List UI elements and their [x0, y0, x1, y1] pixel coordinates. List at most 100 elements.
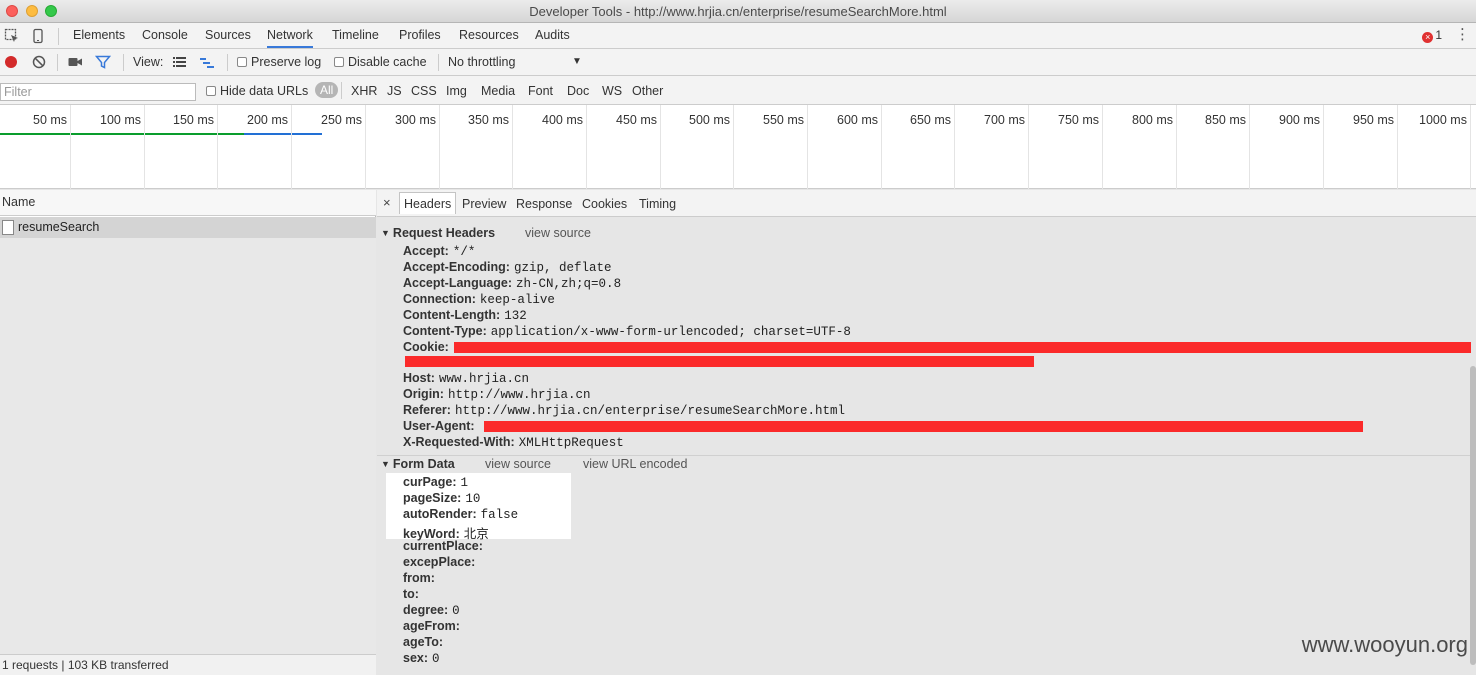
tab-response[interactable]: Response [516, 197, 572, 211]
view-label: View: [133, 55, 164, 69]
filter-type-doc[interactable]: Doc [567, 84, 589, 98]
form-field-key: ageFrom: [403, 619, 460, 633]
throttling-select[interactable]: No throttling [448, 55, 515, 69]
header-key: Accept: [403, 244, 449, 258]
timeline-tick-label: 850 ms [1205, 113, 1246, 127]
timeline-gridline [586, 105, 587, 189]
header-user-agent: User-Agent: [403, 419, 479, 434]
header-value: application/x-www-form-urlencoded; chars… [490, 325, 851, 339]
timeline-tick-label: 400 ms [542, 113, 583, 127]
timeline-tick-label: 750 ms [1058, 113, 1099, 127]
preserve-log-label: Preserve log [251, 55, 322, 69]
header-value: keep-alive [479, 293, 555, 307]
request-headers-title: Request Headers [392, 226, 496, 240]
timeline-gridline [217, 105, 218, 189]
capture-screenshots-icon[interactable] [67, 54, 83, 70]
form-data-view-url-encoded-link[interactable]: view URL encoded [583, 457, 687, 471]
filter-icon[interactable] [95, 54, 111, 70]
preserve-log-checkbox[interactable]: Preserve log [237, 55, 321, 69]
tab-preview[interactable]: Preview [462, 197, 506, 211]
header-key: X-Requested-With: [403, 435, 515, 449]
overview-icon[interactable] [199, 54, 215, 70]
detail-tabbar: × Headers Preview Response Cookies Timin… [377, 190, 1476, 217]
tab-network[interactable]: Network [267, 28, 313, 48]
timeline-tick-label: 250 ms [321, 113, 362, 127]
error-counter[interactable]: × 1 [1422, 28, 1442, 43]
filter-type-media[interactable]: Media [481, 84, 515, 98]
inspect-element-icon[interactable] [4, 28, 20, 44]
tab-headers[interactable]: Headers [399, 192, 457, 214]
tab-cookies[interactable]: Cookies [582, 197, 627, 211]
tab-resources[interactable]: Resources [459, 28, 519, 42]
filter-type-img[interactable]: Img [446, 84, 467, 98]
filter-type-all[interactable]: All [315, 82, 339, 98]
header-origin: Origin: http://www.hrjia.cn [403, 387, 591, 402]
header-value: gzip, deflate [513, 261, 612, 275]
timeline-tick-label: 150 ms [173, 113, 214, 127]
request-headers-section-title[interactable]: ▼ Request Headers [381, 226, 495, 240]
request-row[interactable]: resumeSearch [0, 217, 376, 238]
request-headers-view-source-link[interactable]: view source [525, 226, 591, 240]
filter-type-other[interactable]: Other [632, 84, 663, 98]
name-column-header[interactable]: Name [0, 190, 376, 216]
filter-type-js[interactable]: JS [387, 84, 402, 98]
timeline-gridline [439, 105, 440, 189]
hide-data-urls-checkbox[interactable]: Hide data URLs [206, 84, 308, 98]
header-value: 132 [504, 309, 527, 323]
header-referer: Referer: http://www.hrjia.cn/enterprise/r… [403, 403, 845, 418]
more-options-icon[interactable]: ⋮ [1455, 27, 1470, 42]
form-field-key: curPage: [403, 475, 457, 489]
main-tabbar: Elements Console Sources Network Timelin… [0, 23, 1476, 49]
tab-timing[interactable]: Timing [639, 197, 676, 211]
timeline-tick-label: 50 ms [33, 113, 68, 127]
form-data-section-title[interactable]: ▼ Form Data [381, 457, 455, 471]
form-field-key: from: [403, 571, 435, 585]
device-mode-icon[interactable] [30, 28, 46, 44]
filter-type-ws[interactable]: WS [602, 84, 622, 98]
record-icon[interactable] [3, 54, 19, 70]
tab-sources[interactable]: Sources [205, 28, 251, 42]
header-key: Referer: [403, 403, 451, 417]
timeline-gridline [1470, 105, 1471, 189]
timeline-gridline [881, 105, 882, 189]
timeline-tick-label: 900 ms [1279, 113, 1320, 127]
header-content-type: Content-Type: application/x-www-form-urle… [403, 324, 851, 339]
header-key: Content-Length: [403, 308, 501, 322]
timeline-gridline [1102, 105, 1103, 189]
timeline-tick-label: 200 ms [247, 113, 288, 127]
filter-type-xhr[interactable]: XHR [351, 84, 377, 98]
timeline-tick-label: 100 ms [100, 113, 141, 127]
form-field-curpage: curPage: 1 [403, 475, 468, 490]
cookie-redaction [454, 342, 1471, 353]
timeline-gridline [291, 105, 292, 189]
header-key: User-Agent: [403, 419, 475, 433]
tab-console[interactable]: Console [142, 28, 188, 42]
timeline-overview[interactable]: 50 ms 100 ms 150 ms 200 ms 250 ms 300 ms 350 m… [0, 105, 1476, 189]
clear-icon[interactable] [31, 54, 47, 70]
tab-profiles[interactable]: Profiles [399, 28, 441, 42]
form-data-view-source-link[interactable]: view source [485, 457, 551, 471]
form-field-value: 1 [460, 476, 469, 490]
tab-timeline[interactable]: Timeline [332, 28, 379, 42]
header-value: zh-CN,zh;q=0.8 [516, 277, 622, 291]
watermark-text: www.wooyun.org [1301, 632, 1468, 657]
header-accept: Accept: */* [403, 244, 475, 259]
filter-input[interactable] [0, 83, 196, 101]
timeline-tick-label: 950 ms [1353, 113, 1394, 127]
header-accept-encoding: Accept-Encoding: gzip, deflate [403, 260, 611, 275]
disable-cache-checkbox[interactable]: Disable cache [334, 55, 427, 69]
scrollbar[interactable] [1470, 366, 1476, 665]
filter-type-font[interactable]: Font [528, 84, 553, 98]
separator [438, 54, 439, 71]
tab-audits[interactable]: Audits [535, 28, 570, 42]
separator [57, 54, 58, 71]
timeline-gridline [1028, 105, 1029, 189]
large-rows-icon[interactable] [172, 54, 188, 70]
triangle-down-icon: ▼ [381, 459, 390, 469]
request-list-panel: Name resumeSearch 1 requests | 103 KB tr… [0, 190, 376, 675]
tab-elements[interactable]: Elements [73, 28, 125, 42]
header-value: http://www.hrjia.cn [447, 388, 591, 402]
filter-type-css[interactable]: CSS [411, 84, 437, 98]
form-field-excepplace: excepPlace: [403, 555, 479, 570]
close-detail-icon[interactable]: × [383, 195, 391, 210]
